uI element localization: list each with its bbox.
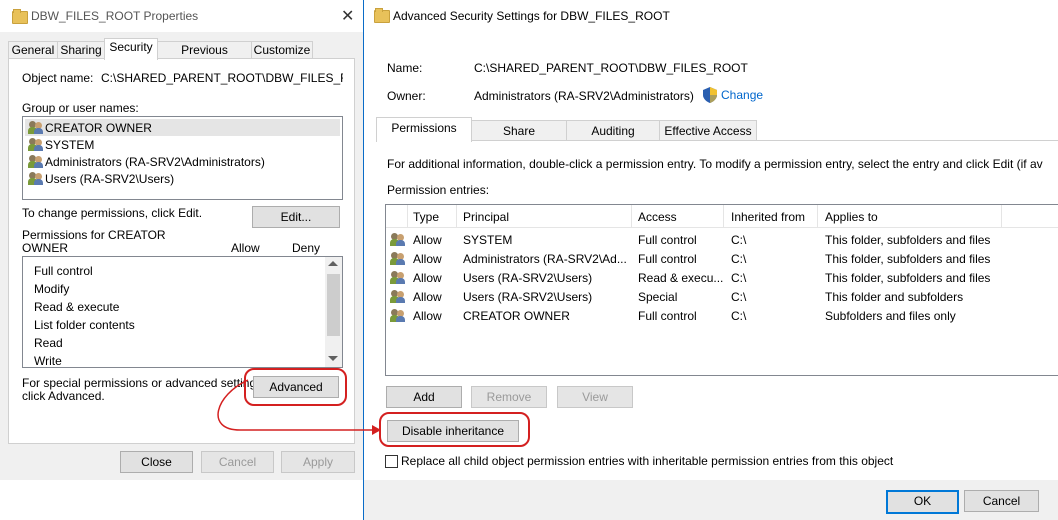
tab-security[interactable]: Security [104,38,158,60]
tab-permissions[interactable]: Permissions [376,117,472,142]
annotation-arrow [217,379,381,435]
